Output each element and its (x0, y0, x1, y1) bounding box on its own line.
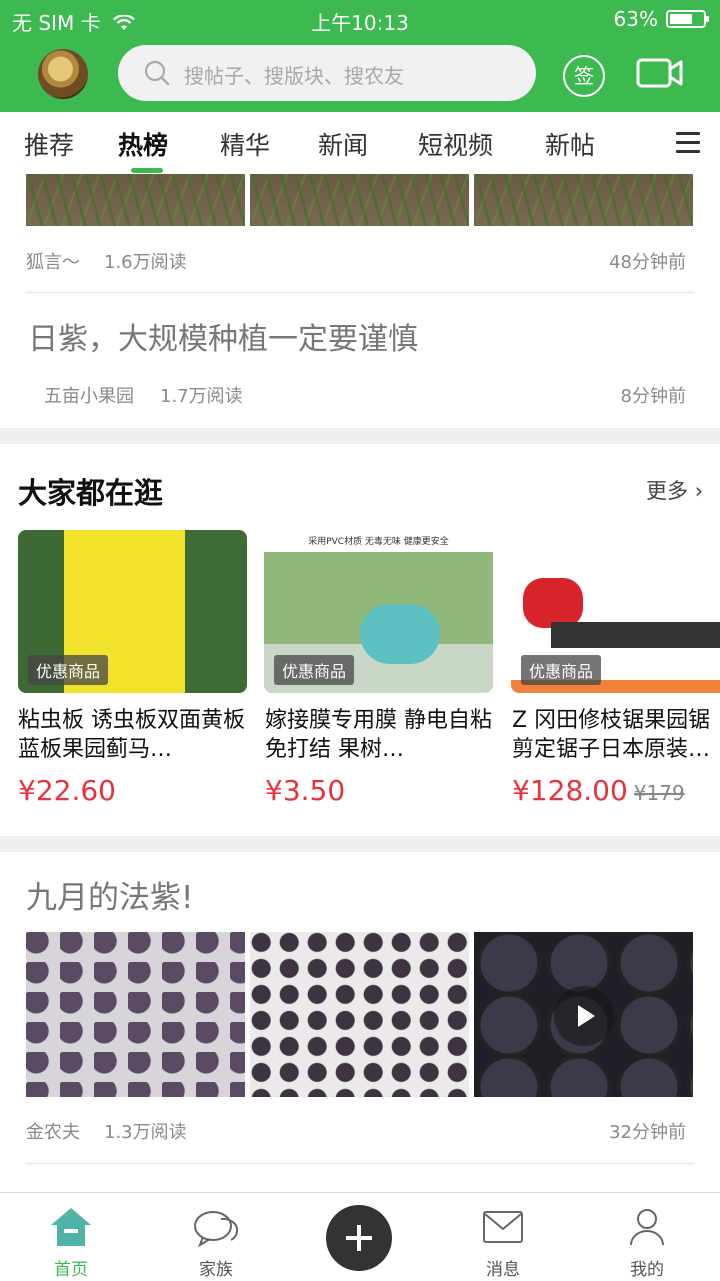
search-input[interactable]: 搜帖子、搜版块、搜农友 (118, 45, 536, 101)
post-title[interactable]: 九月的法紫! (26, 872, 193, 917)
post-time: 32分钟前 (609, 1122, 686, 1143)
add-post-button[interactable] (326, 1205, 392, 1271)
menu-icon[interactable] (676, 132, 700, 159)
divider (26, 1163, 694, 1164)
product-name[interactable]: 嫁接膜专用膜 静电自粘免打结 果树… (265, 706, 497, 764)
play-icon[interactable] (554, 986, 614, 1046)
chat-bubbles-icon (194, 1211, 239, 1248)
product-banner-text: 采用PVC材质 无毒无味 健康更安全 (308, 537, 449, 547)
post-image[interactable] (250, 174, 469, 226)
product-image[interactable]: 采用PVC材质 无毒无味 健康更安全 优惠商品 (264, 530, 493, 693)
search-icon (144, 60, 170, 86)
product-price: ¥22.60 (18, 774, 116, 807)
post-reads: 1.3万阅读 (104, 1122, 187, 1143)
post-time: 8分钟前 (620, 386, 686, 407)
status-bar: 无 SIM 卡 上午10:13 63% (0, 0, 720, 38)
chevron-right-icon: › (694, 479, 704, 503)
post-image[interactable] (474, 174, 693, 226)
product-price: ¥128.00 (512, 774, 628, 807)
post-author: 金农夫 (26, 1122, 80, 1143)
category-tabs: 推荐 热榜 精华 新闻 短视频 新帖 (0, 112, 720, 174)
video-camera-icon[interactable] (636, 57, 684, 89)
battery-icon (666, 10, 709, 28)
section-gap (0, 836, 720, 852)
post-title[interactable]: 日紫，大规模种植一定要谨慎 (28, 314, 418, 358)
saw-case-shape (551, 622, 720, 648)
post-reads: 1.6万阅读 (104, 252, 187, 273)
tab-featured[interactable]: 精华 (220, 126, 270, 162)
top-bar: 搜帖子、搜版块、搜农友 签 (0, 38, 720, 112)
post-author: 五亩小果园 (44, 386, 134, 407)
original-price: ¥179 (633, 781, 685, 805)
discount-tag: 优惠商品 (28, 655, 109, 685)
bottom-nav: 首页 家族 消息 我的 (0, 1192, 720, 1281)
post-time: 48分钟前 (609, 252, 686, 273)
active-tab-indicator (131, 168, 163, 173)
post-reads: 1.7万阅读 (160, 386, 243, 407)
user-icon (630, 1209, 664, 1246)
product-image[interactable]: 优惠商品 (18, 530, 247, 693)
discount-tag: 优惠商品 (521, 655, 602, 685)
tab-news[interactable]: 新闻 (318, 126, 368, 162)
more-link[interactable]: 更多 › (646, 475, 703, 505)
tab-short-video[interactable]: 短视频 (418, 126, 493, 162)
tab-recommend[interactable]: 推荐 (24, 126, 74, 162)
divider (26, 292, 694, 293)
tab-new-posts[interactable]: 新帖 (545, 126, 595, 162)
nav-family-label: 家族 (199, 1260, 233, 1280)
film-roll-shape (360, 604, 440, 664)
post-image[interactable] (26, 174, 245, 226)
avatar[interactable] (38, 49, 88, 99)
section-gap (0, 428, 720, 444)
post-image[interactable] (26, 932, 245, 1097)
sign-in-button[interactable]: 签 (563, 55, 605, 97)
search-placeholder: 搜帖子、搜版块、搜农友 (184, 64, 404, 88)
mail-icon (483, 1211, 523, 1243)
nav-profile-label: 我的 (630, 1260, 664, 1280)
nav-messages-label: 消息 (486, 1260, 520, 1280)
clock: 上午10:13 (311, 11, 409, 35)
product-name[interactable]: Z 冈田修枝锯果园锯剪定锯子日本原装… (512, 706, 720, 764)
product-image[interactable]: 优惠商品 (511, 530, 720, 693)
product-price: ¥3.50 (265, 774, 346, 807)
post-image[interactable] (250, 932, 469, 1097)
nav-home-label: 首页 (54, 1260, 88, 1280)
post-author: 狐言～ (26, 252, 80, 273)
product-name[interactable]: 粘虫板 诱虫板双面黄板蓝板果园蓟马… (18, 706, 250, 764)
tab-hot[interactable]: 热榜 (118, 126, 168, 162)
discount-tag: 优惠商品 (274, 655, 355, 685)
battery-percent: 63% (613, 7, 658, 31)
section-title: 大家都在逛 (18, 476, 164, 510)
home-icon (51, 1208, 91, 1246)
saw-handle-shape (523, 578, 583, 628)
